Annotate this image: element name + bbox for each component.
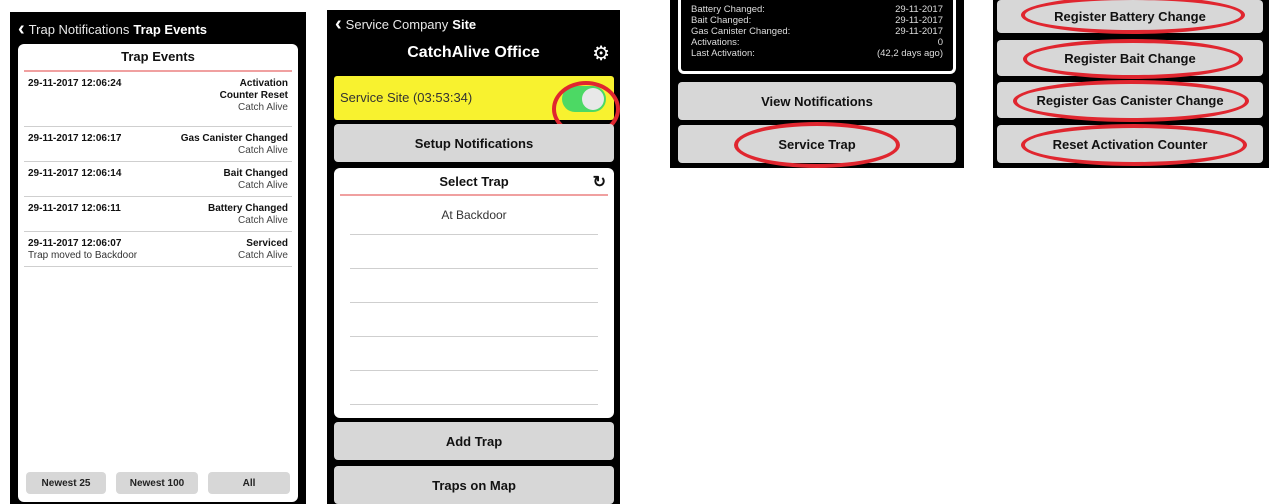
event-timestamp: 29-11-2017 12:06:11 <box>28 203 121 214</box>
info-value: 29-11-2017 <box>895 26 943 37</box>
info-value: 29-11-2017 <box>895 15 943 26</box>
info-row: Last Activation: (42,2 days ago) <box>691 48 943 59</box>
nav-title: Site <box>452 16 477 32</box>
site-heading: CatchAlive Office <box>407 44 540 61</box>
event-row[interactable]: 29-11-2017 12:06:11 Battery Changed Catch … <box>24 197 292 232</box>
event-row[interactable]: 29-11-2017 12:06:07 Trap moved to Backdoo… <box>24 232 292 267</box>
trap-events-screen: ‹ Trap Notifications Trap Events Trap Ev… <box>10 12 306 504</box>
register-battery-change-button[interactable]: Register Battery Change <box>997 0 1263 33</box>
event-source: Catch Alive <box>237 215 288 226</box>
back-button[interactable]: Service Company <box>346 17 449 32</box>
event-name: Counter Reset <box>219 90 288 101</box>
event-timestamp: 29-11-2017 12:06:24 <box>28 78 122 89</box>
register-gas-canister-change-button[interactable]: Register Gas Canister Change <box>997 82 1263 118</box>
setup-notifications-button[interactable]: Setup Notifications <box>334 124 614 162</box>
register-actions-screen: Register Battery Change Register Bait Ch… <box>993 0 1269 168</box>
info-label: Bait Changed: <box>691 15 752 26</box>
info-label: Last Activation: <box>691 48 755 59</box>
reset-activation-counter-button[interactable]: Reset Activation Counter <box>997 125 1263 163</box>
trap-item-at-backdoor[interactable]: At Backdoor <box>334 208 614 222</box>
nav-title: Trap Events <box>133 21 208 37</box>
add-trap-button[interactable]: Add Trap <box>334 422 614 460</box>
refresh-icon[interactable]: ↻ <box>593 172 606 192</box>
info-value: (42,2 days ago) <box>876 48 943 59</box>
nav-bar: ‹ Trap Notifications Trap Events <box>10 12 306 46</box>
info-label: Gas Canister Changed: <box>691 26 791 37</box>
info-row: Activations: 0 <box>691 37 943 48</box>
info-value: 29-11-2017 <box>895 4 943 15</box>
event-timestamp: 29-11-2017 12:06:07 <box>28 238 122 249</box>
nav-bar: ‹ Service Company Site <box>327 10 620 38</box>
traps-on-map-button[interactable]: Traps on Map <box>334 466 614 504</box>
service-site-label: Service Site (03:53:34) <box>340 90 473 105</box>
filter-all-button[interactable]: All <box>208 472 290 494</box>
event-source: Catch Alive <box>237 180 288 191</box>
event-timestamp: 29-11-2017 12:06:14 <box>28 168 122 179</box>
toggle-knob <box>582 88 604 110</box>
site-screen: ‹ Service Company Site CatchAlive Office… <box>327 10 620 504</box>
select-trap-title: Select Trap <box>340 168 608 196</box>
divider <box>350 268 598 269</box>
filter-newest-100-button[interactable]: Newest 100 <box>116 472 198 494</box>
register-bait-change-button[interactable]: Register Bait Change <box>997 40 1263 76</box>
trap-detail-screen: Battery Changed: 29-11-2017 Bait Changed… <box>670 0 964 168</box>
filter-newest-25-button[interactable]: Newest 25 <box>26 472 106 494</box>
divider <box>350 302 598 303</box>
info-label: Battery Changed: <box>691 4 765 15</box>
back-button[interactable]: Trap Notifications <box>29 22 130 37</box>
trap-info-box: Battery Changed: 29-11-2017 Bait Changed… <box>678 0 956 74</box>
event-row[interactable]: 29-11-2017 12:06:17 Gas Canister Changed C… <box>24 127 292 162</box>
event-timestamp: 29-11-2017 12:06:17 <box>28 133 122 144</box>
service-trap-button[interactable]: Service Trap <box>678 125 956 163</box>
info-row: Battery Changed: 29-11-2017 <box>691 4 943 15</box>
info-label: Activations: <box>691 37 740 48</box>
divider <box>350 404 598 405</box>
divider <box>350 370 598 371</box>
select-trap-panel: Select Trap ↻ At Backdoor <box>334 168 614 418</box>
event-note: Trap moved to Backdoor <box>28 250 138 261</box>
divider <box>350 336 598 337</box>
gear-icon[interactable]: ⚙ <box>592 44 610 64</box>
event-source: Catch Alive <box>237 145 288 156</box>
panel-title: Trap Events <box>24 44 292 72</box>
event-list: 29-11-2017 12:06:24 Activation Counter Res… <box>18 72 298 267</box>
event-row[interactable]: 29-11-2017 12:06:24 Activation Counter Res… <box>24 72 292 127</box>
event-source: Catch Alive <box>237 102 288 113</box>
service-site-bar: Service Site (03:53:34) <box>334 76 614 120</box>
info-row: Bait Changed: 29-11-2017 <box>691 15 943 26</box>
service-site-toggle[interactable] <box>562 86 606 112</box>
info-value: 0 <box>937 37 943 48</box>
chevron-left-icon[interactable]: ‹ <box>18 19 25 39</box>
event-row[interactable]: 29-11-2017 12:06:14 Bait Changed Catch Ali… <box>24 162 292 197</box>
divider <box>350 234 598 235</box>
chevron-left-icon[interactable]: ‹ <box>335 14 342 34</box>
info-row: Gas Canister Changed: 29-11-2017 <box>691 26 943 37</box>
events-panel: Trap Events 29-11-2017 12:06:24 Activatio… <box>18 44 298 502</box>
view-notifications-button[interactable]: View Notifications <box>678 82 956 120</box>
